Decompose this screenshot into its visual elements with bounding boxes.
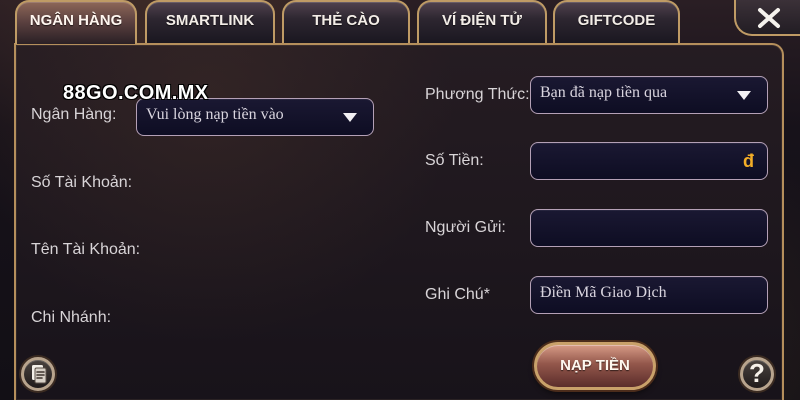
- tab-giftcode[interactable]: GIFTCODE: [553, 0, 680, 43]
- method-select-value: Bạn đã nạp tiền qua: [540, 84, 668, 101]
- history-icon: [32, 365, 47, 384]
- tab-card-label: THẺ CÀO: [312, 12, 380, 29]
- bank-label: Ngân Hàng:: [31, 106, 117, 123]
- sender-input[interactable]: [530, 209, 768, 247]
- tab-smartlink-label: SMARTLINK: [165, 12, 255, 29]
- deposit-button[interactable]: NẠP TIỀN: [534, 342, 656, 390]
- bank-select-value: Vui lòng nạp tiền vào: [146, 106, 284, 123]
- branch-label: Chi Nhánh:: [31, 309, 112, 326]
- chevron-down-icon: [737, 91, 751, 100]
- tab-smartlink[interactable]: SMARTLINK: [145, 0, 275, 43]
- deposit-dialog: NGÂN HÀNG SMARTLINK THẺ CÀO VÍ ĐIỆN TỬ G…: [0, 0, 800, 400]
- chevron-down-icon: [343, 113, 357, 122]
- sender-label: Người Gửi:: [425, 219, 506, 236]
- account-name-label: Tên Tài Khoản:: [31, 241, 141, 258]
- history-button[interactable]: [21, 357, 55, 391]
- help-button[interactable]: ?: [740, 357, 774, 391]
- deposit-button-label: NẠP TIỀN: [560, 357, 630, 374]
- method-label: Phương Thức:: [425, 86, 530, 103]
- help-icon: ?: [749, 358, 765, 388]
- tab-card[interactable]: THẺ CÀO: [282, 0, 410, 43]
- amount-input[interactable]: đ: [530, 142, 768, 180]
- note-label: Ghi Chú*: [425, 286, 490, 303]
- watermark-logo: 88GO.COM.MX: [63, 82, 209, 104]
- method-select[interactable]: Bạn đã nạp tiền qua: [530, 76, 768, 114]
- account-number-label: Số Tài Khoản:: [31, 174, 133, 191]
- note-placeholder: Điền Mã Giao Dịch: [540, 284, 667, 301]
- tab-bank[interactable]: NGÂN HÀNG: [15, 0, 137, 44]
- tab-giftcode-label: GIFTCODE: [577, 12, 656, 29]
- tab-e-wallet[interactable]: VÍ ĐIỆN TỬ: [417, 0, 547, 43]
- close-icon: [758, 8, 780, 28]
- note-input[interactable]: Điền Mã Giao Dịch: [530, 276, 768, 314]
- currency-symbol: đ: [743, 151, 754, 171]
- tab-bank-label: NGÂN HÀNG: [29, 12, 123, 29]
- tab-e-wallet-label: VÍ ĐIỆN TỬ: [442, 12, 522, 29]
- amount-label: Số Tiền:: [425, 152, 484, 169]
- close-button[interactable]: [734, 0, 800, 36]
